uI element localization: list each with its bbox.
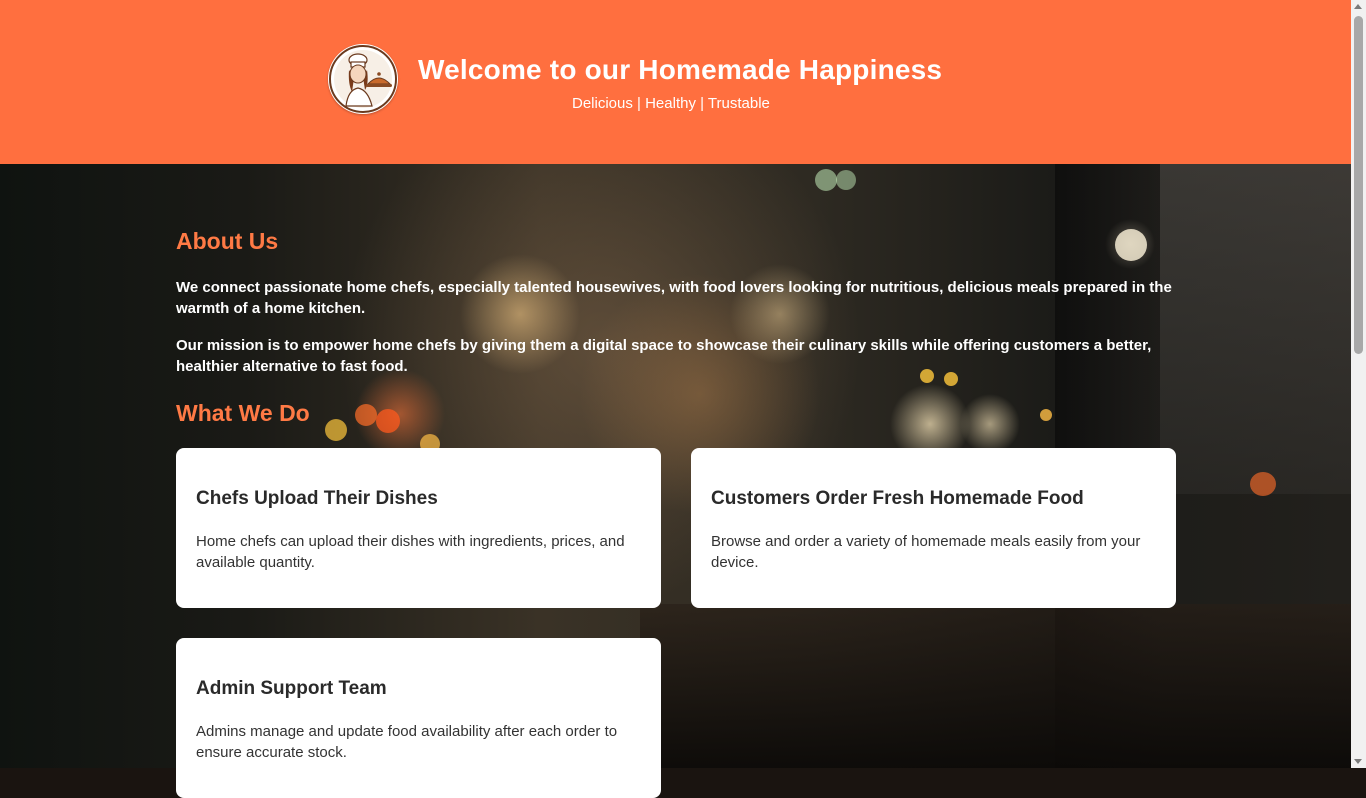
feature-card-admin-support: Admin Support Team Admins manage and upd… — [176, 638, 661, 798]
card-text: Browse and order a variety of homemade m… — [711, 533, 1141, 571]
bokeh-light — [355, 404, 377, 426]
bokeh-light — [836, 170, 856, 190]
bokeh-light — [815, 169, 837, 191]
scroll-up-arrow-icon[interactable] — [1354, 4, 1362, 9]
background-bar-counter — [640, 604, 1351, 768]
background-brick-wall — [1160, 164, 1351, 494]
feature-card-customers-order: Customers Order Fresh Homemade Food Brow… — [691, 448, 1176, 608]
site-tagline: Delicious | Healthy | Trustable — [572, 95, 770, 112]
about-paragraph: We connect passionate home chefs, especi… — [176, 279, 1172, 317]
scroll-down-arrow-icon[interactable] — [1354, 759, 1362, 764]
page-scrollbar[interactable] — [1351, 0, 1366, 768]
what-we-do-heading: What We Do — [176, 400, 310, 426]
mission-paragraph: Our mission is to empower home chefs by … — [176, 337, 1152, 375]
card-title: Customers Order Fresh Homemade Food — [711, 488, 1084, 509]
bokeh-light — [325, 419, 347, 441]
bokeh-light — [1115, 229, 1147, 261]
bokeh-light — [1040, 409, 1052, 421]
bokeh-light — [376, 409, 400, 433]
card-title: Chefs Upload Their Dishes — [196, 488, 438, 509]
chef-woman-logo-icon — [328, 44, 398, 114]
site-title: Welcome to our Homemade Happiness — [418, 54, 943, 85]
feature-card-chefs-upload: Chefs Upload Their Dishes Home chefs can… — [176, 448, 661, 608]
card-title: Admin Support Team — [196, 678, 387, 699]
card-text: Admins manage and update food availabili… — [196, 723, 618, 761]
about-heading: About Us — [176, 228, 279, 254]
bokeh-light — [1250, 472, 1276, 496]
card-text: Home chefs can upload their dishes with … — [196, 533, 625, 571]
scrollbar-thumb[interactable] — [1354, 16, 1363, 354]
site-header: Welcome to our Homemade Happiness Delici… — [0, 0, 1351, 164]
